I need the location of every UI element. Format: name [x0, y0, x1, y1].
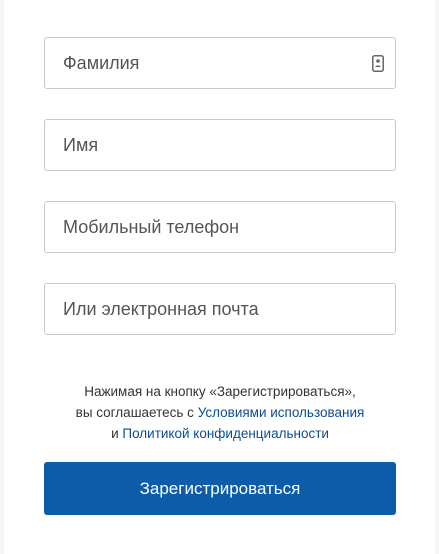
terms-notice-line-3: и Политикой конфиденциальности [44, 423, 396, 444]
email-field [44, 283, 396, 335]
first-name-input[interactable] [45, 120, 395, 170]
terms-notice-prefix: вы соглашаетесь с [75, 405, 194, 420]
register-button[interactable]: Зарегистрироваться [44, 462, 396, 515]
registration-card: Нажимая на кнопку «Зарегистрироваться», … [4, 0, 435, 554]
email-input[interactable] [45, 284, 395, 334]
contact-card-icon[interactable] [372, 55, 384, 72]
privacy-notice-prefix: и [111, 426, 119, 441]
phone-field [44, 201, 396, 253]
terms-notice: Нажимая на кнопку «Зарегистрироваться», … [44, 381, 396, 444]
terms-notice-line-2: вы соглашаетесь с Условиями использовани… [44, 402, 396, 423]
first-name-field [44, 119, 396, 171]
terms-notice-line-1: Нажимая на кнопку «Зарегистрироваться», [84, 384, 356, 399]
privacy-policy-link[interactable]: Политикой конфиденциальности [122, 426, 329, 441]
terms-of-use-link[interactable]: Условиями использования [198, 405, 365, 420]
last-name-input[interactable] [45, 38, 395, 88]
phone-input[interactable] [45, 202, 395, 252]
last-name-field [44, 37, 396, 89]
